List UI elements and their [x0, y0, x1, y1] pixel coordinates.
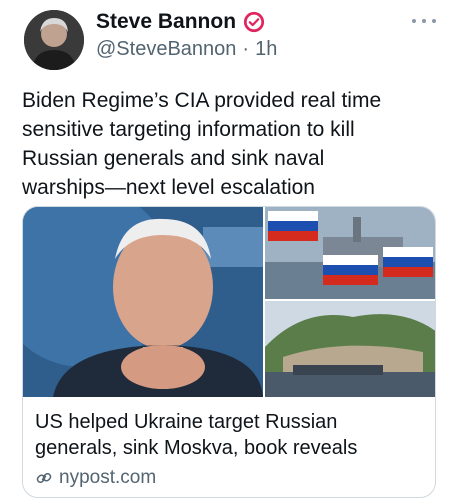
author-handle[interactable]: @SteveBannon [96, 38, 236, 61]
card-title[interactable]: US helped Ukraine target Russian general… [35, 409, 427, 461]
post-text: Biden Regime’s CIA provided real time se… [22, 89, 382, 199]
avatar[interactable] [24, 10, 84, 70]
card-image[interactable] [23, 207, 435, 397]
author-handle-row: @SteveBannon · 1h [96, 38, 277, 61]
link-card[interactable]: US helped Ukraine target Russian general… [22, 206, 436, 498]
more-horizontal-icon [412, 19, 416, 23]
separator-dot: · [242, 38, 250, 60]
link-icon [36, 472, 52, 484]
card-domain[interactable]: nypost.com [59, 467, 156, 489]
verified-badge-icon [243, 11, 265, 33]
tweet: Steve Bannon @SteveBannon · 1h Biden Reg… [0, 0, 458, 500]
author-name-row[interactable]: Steve Bannon [96, 10, 265, 34]
more-options-button[interactable] [412, 14, 436, 28]
card-domain-row[interactable]: nypost.com [35, 467, 156, 489]
author-name[interactable]: Steve Bannon [96, 10, 236, 34]
post-time[interactable]: 1h [255, 38, 277, 61]
